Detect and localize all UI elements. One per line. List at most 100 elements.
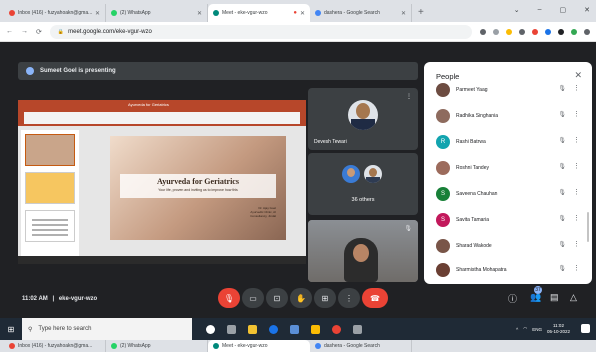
camera-button[interactable]: ▭ [242, 288, 264, 308]
leave-call-button[interactable]: ☎ [362, 288, 388, 308]
whatsapp-icon [111, 343, 117, 349]
participant-row[interactable]: R Rashi Batrwa 🎙 ⋮ [424, 130, 592, 156]
new-tab-button[interactable]: + [412, 4, 430, 22]
extension-icon[interactable] [545, 28, 551, 35]
participant-row[interactable]: S Saveena Chauhan 🎙 ⋮ [424, 182, 592, 208]
taskbar-search[interactable]: ⚲ Type here to search [22, 318, 192, 340]
present-button[interactable]: ⊞ [314, 288, 336, 308]
tab-search-icon[interactable]: ⌄ [514, 6, 520, 14]
more-options-icon[interactable]: ⋮ [573, 214, 580, 222]
tab-meet[interactable]: Meet - eke-vgur-wzo [208, 340, 310, 352]
close-tab-icon[interactable]: ✕ [95, 10, 100, 17]
file-explorer-icon[interactable] [248, 324, 257, 334]
forward-icon[interactable]: → [21, 28, 28, 35]
pinned-apps [206, 324, 362, 334]
tab-whatsapp[interactable]: (2) WhatsApp [106, 340, 208, 352]
address-bar-row: ← → ⟳ 🔒 meet.google.com/eke-vgur-wzo [0, 22, 596, 42]
participant-row[interactable]: Sharmistha Mohapatra 🎙 ⋮ [424, 258, 592, 284]
panel-scrollbar[interactable] [587, 212, 589, 242]
slide-credits: Dr. Ajay Goel Ayurvedic Clinic, AI Consu… [250, 206, 276, 218]
tab-title: Inbox (416) - fuzyahoakn@gma... [18, 10, 92, 16]
meet-icon [213, 343, 219, 349]
tray-chevron-icon[interactable]: ^ [516, 327, 518, 332]
clock[interactable]: 11:02 05-10-2022 [547, 323, 570, 335]
mic-off-button[interactable]: 🎙 [218, 288, 240, 308]
more-options-icon[interactable]: ⋮ [573, 110, 580, 118]
extension-icon[interactable] [519, 28, 525, 35]
participant-row[interactable]: Roshni Tandey 🎙 ⋮ [424, 156, 592, 182]
raise-hand-button[interactable]: ✋ [290, 288, 312, 308]
close-tab-icon[interactable]: ✕ [300, 10, 305, 17]
tab-google-search[interactable]: dashera - Google Search [310, 340, 412, 352]
camera-icon[interactable] [480, 28, 486, 35]
info-icon[interactable]: ⓘ [508, 292, 517, 305]
edge-icon[interactable] [269, 324, 278, 334]
more-vert-icon: ⋮ [345, 293, 353, 303]
more-options-icon[interactable]: ⋮ [573, 188, 580, 196]
participant-tile[interactable]: 🎙 [308, 220, 418, 282]
app-icon[interactable] [353, 324, 362, 334]
gmail-icon [9, 10, 15, 16]
search-icon: ⚲ [28, 326, 33, 333]
address-bar[interactable]: 🔒 meet.google.com/eke-vgur-wzo [49, 24, 472, 39]
app-icon[interactable] [311, 324, 320, 334]
captions-button[interactable]: ⊡ [266, 288, 288, 308]
maximize-icon[interactable]: ▢ [560, 6, 567, 14]
more-options-icon[interactable]: ⋮ [573, 264, 580, 272]
gmail-icon [9, 343, 15, 349]
activities-icon[interactable]: △ [570, 292, 577, 303]
tab-google-search[interactable]: dashera - Google Search ✕ [310, 4, 412, 22]
notifications-icon[interactable] [581, 324, 590, 333]
more-options-icon[interactable]: ⋮ [573, 240, 580, 248]
task-view-icon[interactable] [227, 324, 236, 334]
chrome-icon[interactable] [332, 324, 341, 334]
windows-start-icon[interactable]: ⊞ [0, 325, 22, 334]
mic-off-icon: 🎙 [558, 164, 566, 170]
end-call-icon: ☎ [370, 293, 380, 303]
more-options-icon[interactable]: ⋮ [573, 84, 580, 92]
minimize-icon[interactable]: – [538, 6, 542, 14]
close-window-icon[interactable]: ✕ [584, 6, 590, 14]
participant-row[interactable]: Parmeet Yaag 🎙 ⋮ [424, 78, 592, 104]
reload-icon[interactable]: ⟳ [36, 28, 42, 36]
google-icon [315, 343, 321, 349]
participant-photo [342, 165, 360, 183]
participant-row[interactable]: Sharad Wakode 🎙 ⋮ [424, 234, 592, 260]
participant-tile[interactable]: ⋮ Devesh Tewari [308, 88, 418, 150]
puzzle-icon[interactable] [558, 28, 564, 35]
recording-dot-icon: ● [293, 10, 297, 16]
share-icon[interactable] [493, 28, 499, 35]
more-options-icon[interactable]: ⋮ [573, 162, 580, 170]
tab-whatsapp[interactable]: (2) WhatsApp ✕ [106, 4, 208, 22]
profile-avatar[interactable] [571, 28, 577, 35]
more-options-button[interactable]: ⋮ [338, 288, 360, 308]
more-options-icon[interactable]: ⋮ [573, 136, 580, 144]
credit-line: Consultancy, Jindal [250, 214, 276, 218]
tab-gmail[interactable]: Inbox (416) - fuzyahoakn@gma... ✕ [4, 4, 106, 22]
more-options-icon[interactable]: ⋮ [406, 93, 412, 100]
language-indicator[interactable]: ENG [532, 327, 542, 332]
extension-icon[interactable] [532, 28, 538, 35]
participant-avatar [436, 263, 450, 277]
mic-off-icon: 🎙 [404, 226, 412, 232]
close-tab-icon[interactable]: ✕ [197, 10, 202, 17]
tab-gmail[interactable]: Inbox (416) - fuzyahoakn@gma... [4, 340, 106, 352]
powerpoint-title: Ayurveda for Geriatrics [128, 102, 169, 107]
back-icon[interactable]: ← [6, 28, 13, 35]
participant-row[interactable]: S Savita Tamaria 🎙 ⋮ [424, 208, 592, 234]
meeting-info: 11:02 AM | eke-vgur-wzo [22, 296, 97, 302]
tab-meet[interactable]: Meet - eke-vgur-wzo ● ✕ [208, 4, 310, 22]
cortana-icon[interactable] [206, 324, 215, 334]
close-tab-icon[interactable]: ✕ [401, 10, 406, 17]
participant-row[interactable]: Radhika Singhania 🎙 ⋮ [424, 104, 592, 130]
star-icon[interactable] [506, 28, 512, 35]
participant-avatar [436, 239, 450, 253]
mail-icon[interactable] [290, 324, 299, 334]
others-tile[interactable]: 36 others [308, 153, 418, 215]
menu-dots-icon[interactable] [584, 28, 590, 35]
chat-icon[interactable]: ▤ [550, 292, 559, 303]
presenting-text: Sumeet Goel is presenting [40, 68, 116, 74]
network-icon[interactable]: ◠ [523, 326, 527, 332]
windows-taskbar: ⊞ ⚲ Type here to search [0, 318, 596, 340]
people-panel: People ✕ Parmeet Yaag 🎙 ⋮ Radhika Singha… [424, 62, 592, 284]
